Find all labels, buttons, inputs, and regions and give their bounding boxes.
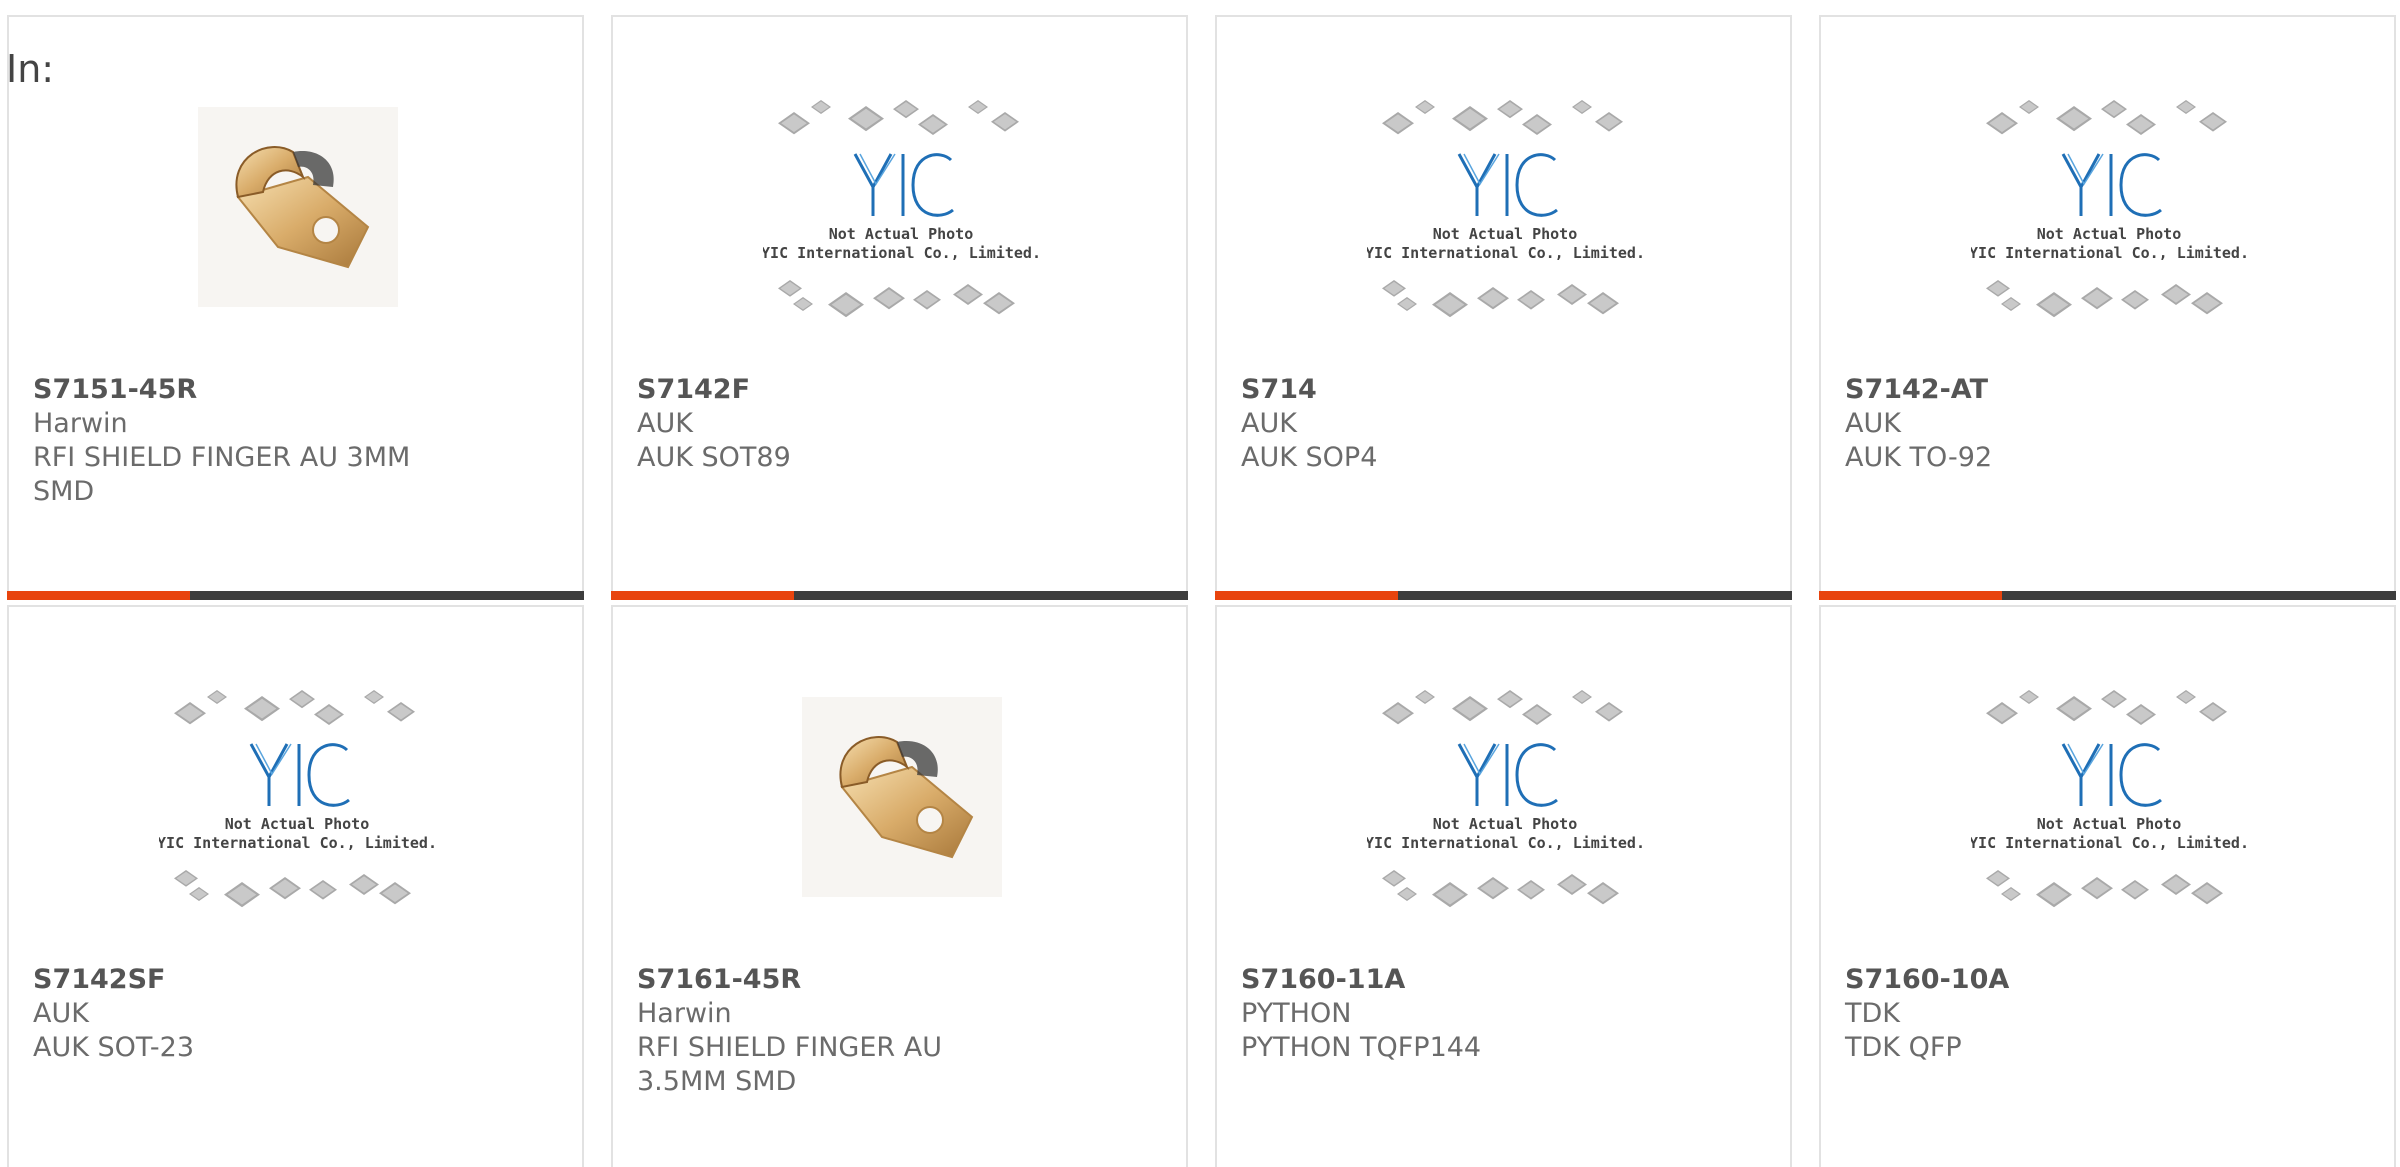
shield-finger-photo xyxy=(197,107,398,307)
product-card[interactable]: Not Actual Photo YIC International Co., L… xyxy=(1819,15,2396,600)
in-label: In: xyxy=(6,47,55,91)
manufacturer: TDK xyxy=(1845,998,1900,1029)
placeholder-line1: Not Actual Photo xyxy=(1433,815,1578,833)
part-number: S7142SF xyxy=(33,964,166,995)
product-description: PYTHON TQFP144 xyxy=(1241,1032,1482,1063)
product-description: RFI SHIELD FINGER AU 3MM SMD xyxy=(33,442,411,507)
yic-placeholder-graphic: Not Actual PhotoYIC International Co., L… xyxy=(1971,100,2248,318)
card-progress-bar xyxy=(1819,591,2396,600)
yic-logo-icon xyxy=(1457,153,1558,217)
manufacturer: AUK xyxy=(1845,408,1901,439)
product-description: TDK QFP xyxy=(1845,1032,1962,1063)
product-image xyxy=(159,97,436,317)
yic-logo-icon xyxy=(853,153,954,217)
manufacturer: Harwin xyxy=(637,998,732,1029)
product-card[interactable]: S7151-45R Harwin RFI SHIELD FINGER AU 3M… xyxy=(7,15,584,600)
yic-placeholder-graphic: Not Actual PhotoYIC International Co., L… xyxy=(1367,690,1644,908)
product-image: Not Actual Photo YIC International Co., L… xyxy=(1367,97,1644,318)
part-number: S7161-45R xyxy=(637,964,802,995)
placeholder-line2: YIC International Co., Limited. xyxy=(1367,244,1644,262)
product-image xyxy=(763,687,1040,907)
yic-logo-icon xyxy=(249,743,350,807)
card-progress-bar xyxy=(7,591,584,600)
product-image: Not Actual Photo YIC International Co., L… xyxy=(1971,687,2248,908)
manufacturer: AUK xyxy=(33,998,89,1029)
part-number: S7142-AT xyxy=(1845,374,1989,405)
manufacturer: PYTHON xyxy=(1241,998,1352,1029)
placeholder-line2: YIC International Co., Limited. xyxy=(763,244,1040,262)
product-description: AUK SOT89 xyxy=(637,442,791,473)
part-number: S714 xyxy=(1241,374,1317,405)
yic-logo-icon xyxy=(2061,153,2162,217)
product-card[interactable]: Not Actual Photo YIC International Co., L… xyxy=(611,15,1188,600)
product-card[interactable]: Not Actual Photo YIC International Co., L… xyxy=(1215,15,1792,600)
card-progress-bar xyxy=(1215,591,1792,600)
product-image: Not Actual Photo YIC International Co., L… xyxy=(159,687,436,908)
product-card[interactable]: Not Actual Photo YIC International Co., L… xyxy=(1819,605,2396,1167)
yic-placeholder-graphic: Not Actual PhotoYIC International Co., L… xyxy=(1367,100,1644,318)
product-description: AUK TO-92 xyxy=(1845,442,1993,473)
manufacturer: AUK xyxy=(637,408,693,439)
placeholder-line2: YIC International Co., Limited. xyxy=(159,834,436,852)
card-progress-accent xyxy=(1215,591,1398,600)
yic-logo-icon xyxy=(2061,743,2162,807)
yic-placeholder-graphic: Not Actual PhotoYIC International Co., L… xyxy=(1971,690,2248,908)
yic-placeholder-graphic: Not Actual PhotoYIC International Co., L… xyxy=(159,690,436,908)
part-number: S7160-10A xyxy=(1845,964,2010,995)
placeholder-line1: Not Actual Photo xyxy=(225,815,370,833)
product-description: AUK SOT-23 xyxy=(33,1032,195,1063)
part-number: S7151-45R xyxy=(33,374,198,405)
product-description: RFI SHIELD FINGER AU 3.5MM SMD xyxy=(637,1032,942,1097)
product-card[interactable]: Not Actual Photo YIC International Co., L… xyxy=(1215,605,1792,1167)
product-image: Not Actual Photo YIC International Co., L… xyxy=(1971,97,2248,318)
part-number: S7142F xyxy=(637,374,751,405)
card-progress-accent xyxy=(1819,591,2002,600)
part-number: S7160-11A xyxy=(1241,964,1406,995)
product-image: Not Actual Photo YIC International Co., L… xyxy=(1367,687,1644,908)
yic-logo-icon xyxy=(1457,743,1558,807)
manufacturer: AUK xyxy=(1241,408,1297,439)
manufacturer: Harwin xyxy=(33,408,128,439)
placeholder-line2: YIC International Co., Limited. xyxy=(1971,834,2248,852)
product-card[interactable]: Not Actual Photo YIC International Co., L… xyxy=(7,605,584,1167)
product-card[interactable]: S7161-45R Harwin RFI SHIELD FINGER AU 3.… xyxy=(611,605,1188,1167)
card-progress-accent xyxy=(611,591,794,600)
yic-placeholder-graphic: Not Actual PhotoYIC International Co., L… xyxy=(763,100,1040,318)
placeholder-line1: Not Actual Photo xyxy=(829,225,974,243)
product-description: AUK SOP4 xyxy=(1241,442,1378,473)
card-progress-accent xyxy=(7,591,190,600)
card-progress-bar xyxy=(611,591,1188,600)
product-image: Not Actual Photo YIC International Co., L… xyxy=(763,97,1040,318)
placeholder-line2: YIC International Co., Limited. xyxy=(1367,834,1644,852)
shield-finger-photo xyxy=(801,697,1002,897)
placeholder-line1: Not Actual Photo xyxy=(1433,225,1578,243)
placeholder-line2: YIC International Co., Limited. xyxy=(1971,244,2248,262)
placeholder-line1: Not Actual Photo xyxy=(2037,225,2182,243)
placeholder-line1: Not Actual Photo xyxy=(2037,815,2182,833)
